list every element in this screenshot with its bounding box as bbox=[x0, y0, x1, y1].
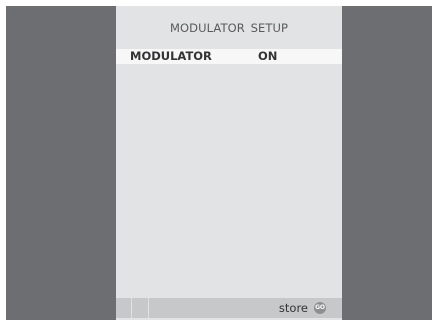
menu-item-value[interactable]: ON bbox=[258, 49, 277, 64]
status-bar: store GO bbox=[116, 298, 342, 318]
status-divider bbox=[148, 298, 149, 318]
status-divider bbox=[131, 298, 132, 318]
menu-panel: MODULATOR SETUP MODULATOR ON store GO bbox=[116, 6, 342, 320]
menu-title: MODULATOR SETUP bbox=[169, 21, 289, 35]
store-label: store bbox=[278, 301, 308, 315]
menu-item-modulator[interactable]: MODULATOR ON bbox=[116, 49, 342, 64]
menu-item-label: MODULATOR bbox=[130, 49, 212, 63]
go-button-icon[interactable]: GO bbox=[314, 302, 326, 314]
